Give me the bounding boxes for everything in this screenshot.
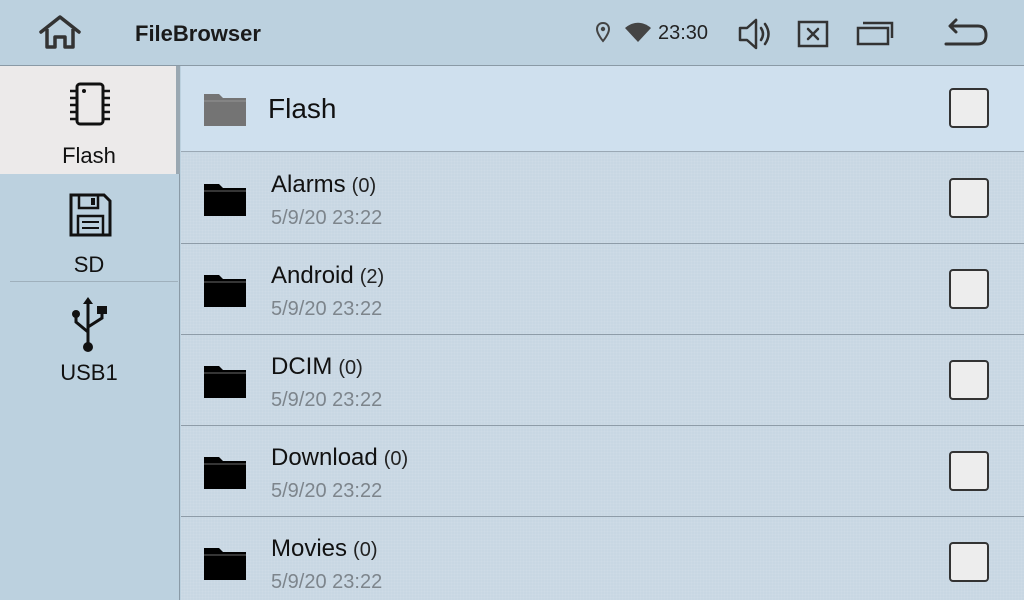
- sidebar-item-flash[interactable]: Flash: [0, 66, 178, 174]
- item-checkbox[interactable]: [949, 360, 989, 400]
- sidebar-item-label: USB1: [60, 360, 118, 385]
- list-item[interactable]: Movies (0) 5/9/20 23:22: [181, 517, 1024, 600]
- location-icon: [595, 21, 611, 43]
- folder-icon: [204, 366, 246, 398]
- close-window-icon: [797, 20, 829, 48]
- folder-icon: [204, 275, 246, 307]
- item-checkbox[interactable]: [949, 542, 989, 582]
- folder-name-text: Download: [271, 444, 378, 471]
- sidebar-item-label: SD: [73, 252, 105, 277]
- item-checkbox[interactable]: [949, 451, 989, 491]
- select-all-checkbox[interactable]: [949, 88, 989, 128]
- folder-name: DCIM (0): [271, 353, 363, 381]
- list-item[interactable]: DCIM (0) 5/9/20 23:22: [181, 335, 1024, 426]
- item-count: (2): [359, 266, 385, 288]
- home-icon: [39, 15, 81, 49]
- list-item[interactable]: Android (2) 5/9/20 23:22: [181, 244, 1024, 335]
- item-count: (0): [383, 448, 409, 470]
- current-folder-row[interactable]: Flash: [181, 66, 1024, 152]
- folder-icon: [204, 457, 246, 489]
- list-item[interactable]: Download (0) 5/9/20 23:22: [181, 426, 1024, 517]
- back-icon: [944, 18, 988, 46]
- top-bar: FileBrowser 23:30: [0, 0, 1024, 66]
- modified-date: 5/9/20 23:22: [271, 571, 383, 593]
- folder-icon: [204, 94, 246, 126]
- chip-icon: [70, 82, 110, 126]
- active-indicator: [176, 66, 180, 174]
- folder-name: Movies (0): [271, 535, 377, 563]
- sidebar: Flash SD USB1: [0, 66, 180, 600]
- window-icon: [856, 21, 894, 46]
- volume-icon: [738, 18, 770, 50]
- volume-button[interactable]: [736, 16, 776, 52]
- modified-date: 5/9/20 23:22: [271, 207, 383, 229]
- folder-name: Alarms (0): [271, 171, 376, 199]
- modified-date: 5/9/20 23:22: [271, 298, 383, 320]
- home-button[interactable]: [36, 14, 84, 52]
- sidebar-item-sd[interactable]: SD: [0, 174, 178, 280]
- item-count: (0): [351, 175, 377, 197]
- modified-date: 5/9/20 23:22: [271, 480, 383, 502]
- folder-name-text: Android: [271, 262, 354, 289]
- back-button[interactable]: [940, 16, 992, 52]
- sidebar-item-label: Flash: [62, 143, 116, 168]
- close-button[interactable]: [794, 16, 834, 52]
- window-button[interactable]: [855, 16, 895, 52]
- app-title: FileBrowser: [135, 21, 261, 46]
- usb-icon: [72, 297, 107, 352]
- folder-icon: [204, 548, 246, 580]
- floppy-disk-icon: [69, 193, 112, 237]
- folder-name-text: Alarms: [271, 171, 346, 198]
- item-checkbox[interactable]: [949, 178, 989, 218]
- folder-icon: [204, 184, 246, 216]
- folder-name: Android (2): [271, 262, 384, 290]
- wifi-icon: [625, 22, 651, 42]
- current-folder-name: Flash: [268, 93, 337, 124]
- sidebar-item-usb1[interactable]: USB1: [0, 282, 178, 390]
- folder-name: Download (0): [271, 444, 408, 472]
- folder-name-text: Movies: [271, 535, 348, 562]
- folder-name-text: DCIM: [271, 353, 333, 380]
- modified-date: 5/9/20 23:22: [271, 389, 383, 411]
- item-checkbox[interactable]: [949, 269, 989, 309]
- file-list-panel: Flash Alarms (0) 5/9/20 23:22 Android (2) …: [181, 66, 1024, 600]
- item-count: (0): [353, 539, 378, 561]
- list-item[interactable]: Alarms (0) 5/9/20 23:22: [181, 153, 1024, 244]
- status-clock: 23:30: [658, 22, 709, 44]
- item-count: (0): [338, 357, 363, 379]
